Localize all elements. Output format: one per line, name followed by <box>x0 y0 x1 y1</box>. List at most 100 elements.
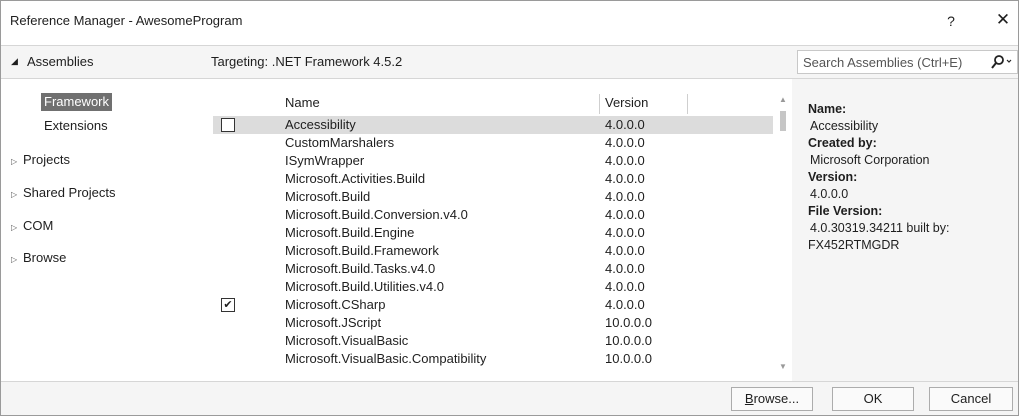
assembly-name: Microsoft.Activities.Build <box>285 171 426 186</box>
search-area <box>792 45 1018 79</box>
nav-item-label: Projects <box>23 152 70 167</box>
assembly-name: Microsoft.Build.Utilities.v4.0 <box>285 279 444 294</box>
details-version-value: 4.0.0.0 <box>810 187 849 201</box>
assembly-name: Microsoft.Build <box>285 189 371 204</box>
table-row[interactable]: ✔ Microsoft.CSharp 4.0.0.0 <box>213 296 773 314</box>
nav-item-com[interactable]: ▷ COM <box>11 216 53 236</box>
close-button[interactable]: ✕ <box>992 9 1014 31</box>
scroll-down-arrow-icon[interactable]: ▼ <box>779 362 787 371</box>
assembly-version: 10.0.0.0 <box>605 351 652 366</box>
table-row[interactable]: Microsoft.Build.Conversion.v4.0 4.0.0.0 <box>213 206 773 224</box>
assembly-name: Microsoft.CSharp <box>285 297 386 312</box>
details-created-label: Created by: <box>808 136 877 150</box>
checkmark-icon: ✔ <box>223 299 233 311</box>
row-checkbox[interactable] <box>221 118 235 132</box>
reference-manager-dialog: Reference Manager - AwesomeProgram ? ✕ ◢… <box>0 0 1019 416</box>
dialog-footer: Browse... OK Cancel <box>1 381 1018 415</box>
assembly-name: Microsoft.Build.Framework <box>285 243 439 258</box>
details-name-value: Accessibility <box>810 119 879 133</box>
assembly-version: 4.0.0.0 <box>605 261 645 276</box>
assembly-name: Microsoft.Build.Engine <box>285 225 415 240</box>
cancel-button[interactable]: Cancel <box>929 387 1013 411</box>
assembly-version: 4.0.0.0 <box>605 189 645 204</box>
assembly-name: CustomMarshalers <box>285 135 395 150</box>
scroll-thumb[interactable] <box>780 111 786 131</box>
targeting-label: Targeting: .NET Framework 4.5.2 <box>211 54 403 69</box>
assembly-name: Microsoft.Build.Conversion.v4.0 <box>285 207 468 222</box>
column-header-version[interactable]: Version <box>605 95 648 110</box>
assembly-name: Microsoft.Build.Tasks.v4.0 <box>285 261 436 276</box>
assembly-version: 4.0.0.0 <box>605 117 645 132</box>
table-row[interactable]: Microsoft.Build.Utilities.v4.0 4.0.0.0 <box>213 278 773 296</box>
details-created-value: Microsoft Corporation <box>810 153 930 167</box>
access-key: B <box>744 391 754 406</box>
assembly-name: ISymWrapper <box>285 153 365 168</box>
details-name-label: Name: <box>808 102 847 116</box>
collapsed-triangle-icon: ▷ <box>11 190 18 199</box>
assembly-version: 4.0.0.0 <box>605 171 645 186</box>
nav-subitem-framework[interactable]: Framework <box>41 93 113 111</box>
nav-item-shared-projects[interactable]: ▷ Shared Projects <box>11 183 116 203</box>
nav-item-label: Browse <box>23 250 67 265</box>
column-separator[interactable] <box>599 94 600 114</box>
table-row[interactable]: Microsoft.Build 4.0.0.0 <box>213 188 773 206</box>
details-file-version-label: File Version: <box>808 204 883 218</box>
search-icon[interactable] <box>990 54 1012 70</box>
assembly-name: Microsoft.JScript <box>285 315 382 330</box>
title-bar: Reference Manager - AwesomeProgram ? ✕ <box>1 1 1018 45</box>
assembly-version: 4.0.0.0 <box>605 135 645 150</box>
assembly-name: Accessibility <box>285 117 356 132</box>
table-row[interactable]: Microsoft.Activities.Build 4.0.0.0 <box>213 170 773 188</box>
collapsed-triangle-icon: ▷ <box>11 223 18 232</box>
browse-button[interactable]: Browse... <box>731 387 813 411</box>
table-row[interactable]: Microsoft.Build.Framework 4.0.0.0 <box>213 242 773 260</box>
assembly-version: 4.0.0.0 <box>605 297 645 312</box>
expanded-triangle-icon: ◢ <box>11 56 18 66</box>
table-row[interactable]: Microsoft.VisualBasic 10.0.0.0 <box>213 332 773 350</box>
targeting-header: Targeting: .NET Framework 4.5.2 <box>207 45 792 79</box>
table-row[interactable]: ISymWrapper 4.0.0.0 <box>213 152 773 170</box>
table-row[interactable]: Microsoft.VisualBasic.Compatibility 10.0… <box>213 350 773 368</box>
nav-item-assemblies[interactable]: ◢ Assemblies <box>1 45 207 79</box>
search-input[interactable] <box>797 50 1018 74</box>
category-nav: ◢ Assemblies Framework Extensions ▷ Proje… <box>1 45 207 381</box>
scroll-up-arrow-icon[interactable]: ▲ <box>779 95 787 104</box>
details-file-version-value: 4.0.30319.34211 built by: <box>810 221 950 235</box>
table-row[interactable]: Microsoft.Build.Engine 4.0.0.0 <box>213 224 773 242</box>
assembly-details-panel: Name: Accessibility Created by: Microsof… <box>792 79 1018 381</box>
nav-item-label: COM <box>23 218 54 233</box>
collapsed-triangle-icon: ▷ <box>11 157 18 166</box>
assembly-name: Microsoft.VisualBasic <box>285 333 409 348</box>
assembly-version: 4.0.0.0 <box>605 153 645 168</box>
assembly-version: 4.0.0.0 <box>605 225 645 240</box>
grid-header: Name Version <box>213 94 773 114</box>
table-row[interactable]: Microsoft.Build.Tasks.v4.0 4.0.0.0 <box>213 260 773 278</box>
nav-item-label: Assemblies <box>27 54 94 69</box>
assembly-version: 4.0.0.0 <box>605 243 645 258</box>
browse-label-rest: rowse... <box>753 391 800 406</box>
nav-subitem-extensions[interactable]: Extensions <box>41 117 111 135</box>
ok-button[interactable]: OK <box>832 387 914 411</box>
assemblies-grid: Name Version Accessibility 4.0.0.0 Custo… <box>207 79 792 381</box>
window-title: Reference Manager - AwesomeProgram <box>10 13 243 28</box>
help-button[interactable]: ? <box>941 13 961 29</box>
nav-item-label: Shared Projects <box>23 185 116 200</box>
assembly-version: 4.0.0.0 <box>605 207 645 222</box>
nav-item-browse[interactable]: ▷ Browse <box>11 248 66 268</box>
table-row[interactable]: Microsoft.JScript 10.0.0.0 <box>213 314 773 332</box>
details-version-label: Version: <box>808 170 858 184</box>
assembly-version: 10.0.0.0 <box>605 333 652 348</box>
row-checkbox-checked[interactable]: ✔ <box>221 298 235 312</box>
assembly-version: 10.0.0.0 <box>605 315 652 330</box>
assembly-name: Microsoft.VisualBasic.Compatibility <box>285 351 487 366</box>
column-separator[interactable] <box>687 94 688 114</box>
close-icon: ✕ <box>995 10 1011 29</box>
assembly-version: 4.0.0.0 <box>605 279 645 294</box>
table-row[interactable]: CustomMarshalers 4.0.0.0 <box>213 134 773 152</box>
details-file-version-value-cont: FX452RTMGDR <box>808 238 900 252</box>
column-header-name[interactable]: Name <box>285 95 320 110</box>
grid-scrollbar[interactable]: ▲ ▼ <box>775 95 792 381</box>
nav-item-projects[interactable]: ▷ Projects <box>11 150 70 170</box>
collapsed-triangle-icon: ▷ <box>11 255 18 264</box>
table-row[interactable]: Accessibility 4.0.0.0 <box>213 116 773 134</box>
